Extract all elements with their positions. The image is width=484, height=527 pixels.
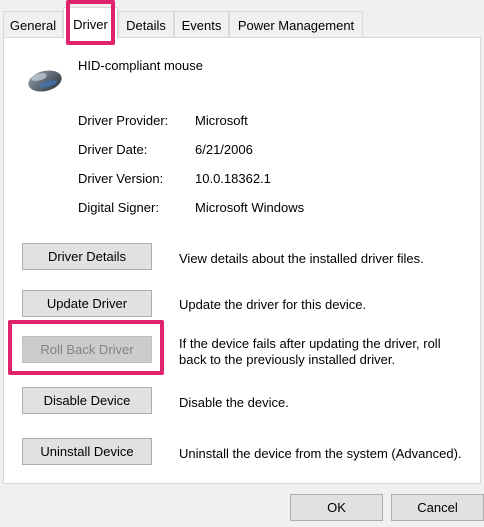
tab-details[interactable]: Details [118,11,174,38]
disable-device-description: Disable the device. [179,395,289,410]
driver-version-value: 10.0.18362.1 [195,171,271,186]
roll-back-driver-button[interactable]: Roll Back Driver [22,336,152,363]
digital-signer-value: Microsoft Windows [195,200,305,215]
tab-general[interactable]: General [3,11,63,38]
driver-provider-value: Microsoft [195,113,248,128]
uninstall-device-button[interactable]: Uninstall Device [22,438,152,465]
tab-power-management[interactable]: Power Management [229,11,363,38]
driver-details-description: View details about the installed driver … [179,251,424,266]
driver-date-label: Driver Date: [78,142,148,157]
update-driver-description: Update the driver for this device. [179,297,367,312]
driver-tab-panel: HID-compliant mouse Driver Provider: Mic… [3,37,481,484]
uninstall-device-description: Uninstall the device from the system (Ad… [179,446,462,461]
roll-back-description-line-1: If the device fails after updating the d… [179,336,441,351]
driver-version-label: Driver Version: [78,171,164,186]
driver-provider-label: Driver Provider: [78,113,169,128]
driver-details-button[interactable]: Driver Details [22,243,152,270]
roll-back-driver-description: If the device fails after updating the d… [179,336,479,368]
driver-date-value: 6/21/2006 [195,142,253,157]
cancel-button[interactable]: Cancel [391,494,484,521]
device-name: HID-compliant mouse [78,58,203,73]
mouse-icon [25,64,65,96]
digital-signer-label: Digital Signer: [78,200,159,215]
tab-strip: General Driver Details Events Power Mana… [0,0,484,39]
disable-device-button[interactable]: Disable Device [22,387,152,414]
tab-driver[interactable]: Driver [63,7,118,39]
tab-events[interactable]: Events [174,11,229,38]
update-driver-button[interactable]: Update Driver [22,290,152,317]
roll-back-description-line-2: back to the previously installed driver. [179,352,396,367]
ok-button[interactable]: OK [290,494,383,521]
